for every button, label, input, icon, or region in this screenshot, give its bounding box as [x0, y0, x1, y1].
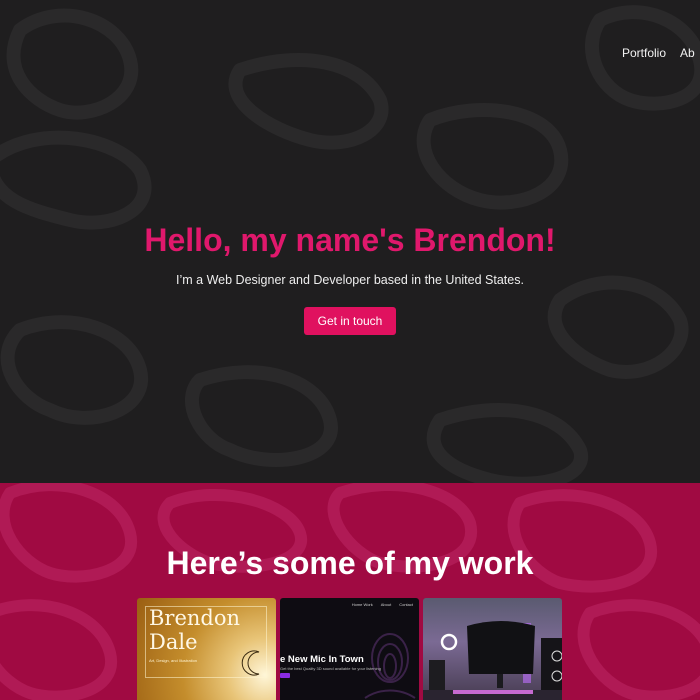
card-mic-button — [280, 673, 290, 678]
nav-link-portfolio[interactable]: Portfolio — [622, 46, 666, 60]
hero-section: Portfolio Ab Hello, my name's Brendon! I… — [0, 0, 700, 483]
card-mini-nav: Home Work About Contact — [352, 602, 413, 607]
microphone-graphic — [364, 633, 416, 699]
moon-icon — [241, 650, 260, 676]
mini-nav-contact: Contact — [399, 602, 413, 607]
mini-nav-about: About — [380, 602, 392, 607]
card-tagline: Art, Design, and Illustration — [149, 658, 198, 663]
card-name: Brendon Dale — [149, 606, 240, 654]
portfolio-card-mic[interactable]: Home Work About Contact e New Mic In Tow… — [280, 598, 419, 700]
card-name-line2: Dale — [149, 630, 198, 654]
work-section-title: Here’s some of my work — [166, 545, 534, 581]
nav-link-about[interactable]: Ab — [680, 46, 695, 60]
card-name-line1: Brendon — [149, 606, 241, 630]
hero-title: Hello, my name's Brendon! — [144, 222, 556, 258]
portfolio-card-brendon-dale[interactable]: Brendon Dale Art, Design, and Illustrati… — [137, 598, 276, 700]
cursor-circle-icon — [440, 633, 458, 651]
top-nav: Portfolio Ab — [622, 46, 695, 60]
card-mic-subtitle: Get the best Quality 3D sound available … — [280, 666, 381, 671]
mini-nav-home: Home Work — [351, 602, 373, 607]
work-section: Here’s some of my work Brendon Dale Art,… — [0, 483, 700, 700]
hero-subtitle: I’m a Web Designer and Developer based i… — [176, 273, 524, 287]
get-in-touch-button[interactable]: Get in touch — [304, 307, 396, 335]
portfolio-card-desk-setup[interactable] — [423, 598, 562, 700]
card-mic-title: e New Mic In Town — [280, 654, 364, 665]
